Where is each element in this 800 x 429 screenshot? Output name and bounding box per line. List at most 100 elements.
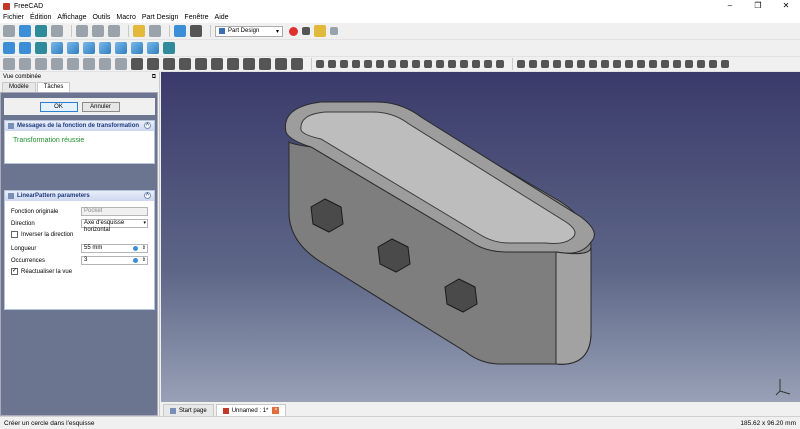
- constraint-horizontal-distance-icon[interactable]: [637, 60, 645, 68]
- sketch-trim-icon[interactable]: [448, 60, 456, 68]
- right-view-icon[interactable]: [99, 42, 111, 54]
- sketch-construction-icon[interactable]: [496, 60, 504, 68]
- close-tab-icon[interactable]: ×: [272, 407, 280, 414]
- polar-pattern-icon[interactable]: [275, 58, 287, 70]
- 3d-viewport[interactable]: [161, 72, 800, 402]
- workbench-selector[interactable]: Part Design ▾: [215, 25, 283, 37]
- menu-aide[interactable]: Aide: [215, 14, 229, 21]
- menu-affichage[interactable]: Affichage: [57, 14, 86, 21]
- collapse-icon[interactable]: ˄: [144, 122, 151, 129]
- close-button[interactable]: ✕: [772, 0, 800, 12]
- menu-part-design[interactable]: Part Design: [142, 14, 179, 21]
- new-file-icon[interactable]: [3, 25, 15, 37]
- draw-style-icon[interactable]: [35, 42, 47, 54]
- tab-unnamed-document[interactable]: Unnamed : 1* ×: [215, 404, 287, 416]
- print-icon[interactable]: [51, 25, 63, 37]
- menu-fichier[interactable]: Fichier: [3, 14, 24, 21]
- undo-icon[interactable]: [133, 25, 145, 37]
- constraint-internal-alignment-icon[interactable]: [709, 60, 717, 68]
- tab-start-page[interactable]: Start page: [163, 404, 214, 416]
- tab-taches[interactable]: Tâches: [36, 82, 71, 92]
- sketch-carbon-copy-icon[interactable]: [484, 60, 492, 68]
- sketch-conic-icon[interactable]: [364, 60, 372, 68]
- sketch-arc-icon[interactable]: [340, 60, 348, 68]
- pad-icon[interactable]: [131, 58, 143, 70]
- cut-icon[interactable]: [76, 25, 88, 37]
- map-sketch-icon[interactable]: [51, 58, 63, 70]
- groove-icon[interactable]: [227, 58, 239, 70]
- create-sketch-icon[interactable]: [19, 58, 31, 70]
- sketch-fillet-icon[interactable]: [436, 60, 444, 68]
- datum-line-icon[interactable]: [99, 58, 111, 70]
- front-view-icon[interactable]: [67, 42, 79, 54]
- view-sketch-icon[interactable]: [67, 58, 79, 70]
- validate-sketch-icon[interactable]: [35, 58, 47, 70]
- reverse-direction-checkbox[interactable]: [11, 231, 18, 238]
- datum-point-icon[interactable]: [83, 58, 95, 70]
- hole-icon[interactable]: [211, 58, 223, 70]
- undock-icon[interactable]: ⧉: [152, 74, 156, 81]
- tab-modele[interactable]: Modèle: [2, 82, 36, 92]
- open-file-icon[interactable]: [19, 25, 31, 37]
- spinbox-arrows-icon[interactable]: ⇕: [142, 245, 146, 252]
- update-view-checkbox[interactable]: ✓: [11, 268, 18, 275]
- record-macro-icon[interactable]: [289, 26, 298, 36]
- save-icon[interactable]: [35, 25, 47, 37]
- toggle-driving-icon[interactable]: [721, 60, 729, 68]
- create-body-icon[interactable]: [3, 58, 15, 70]
- sketch-extend-icon[interactable]: [460, 60, 468, 68]
- constraint-equal-icon[interactable]: [601, 60, 609, 68]
- pattern-panel-header[interactable]: LinearPattern parameters ˄: [5, 191, 154, 201]
- spinbox-arrows-icon[interactable]: ⇕: [142, 257, 146, 264]
- fit-all-icon[interactable]: [3, 42, 15, 54]
- top-view-icon[interactable]: [83, 42, 95, 54]
- constraint-parallel-icon[interactable]: [565, 60, 573, 68]
- redo-icon[interactable]: [149, 25, 161, 37]
- expression-icon[interactable]: [133, 246, 138, 251]
- messages-panel-header[interactable]: Messages de la fonction de transformatio…: [5, 121, 154, 131]
- collapse-icon[interactable]: ˄: [144, 192, 151, 199]
- sketch-polyline-icon[interactable]: [388, 60, 396, 68]
- bottom-view-icon[interactable]: [131, 42, 143, 54]
- length-field[interactable]: 55 mm ⇕: [81, 244, 148, 253]
- stop-macro-icon[interactable]: [302, 27, 310, 35]
- rear-view-icon[interactable]: [115, 42, 127, 54]
- cancel-button[interactable]: Annuler: [81, 101, 120, 112]
- revolution-icon[interactable]: [147, 58, 159, 70]
- copy-icon[interactable]: [92, 25, 104, 37]
- sketch-external-icon[interactable]: [472, 60, 480, 68]
- isometric-view-icon[interactable]: [51, 42, 63, 54]
- left-view-icon[interactable]: [147, 42, 159, 54]
- sketch-line-icon[interactable]: [328, 60, 336, 68]
- pocket-icon[interactable]: [195, 58, 207, 70]
- sketch-slot-icon[interactable]: [424, 60, 432, 68]
- fit-selection-icon[interactable]: [19, 42, 31, 54]
- menu-macro[interactable]: Macro: [116, 14, 135, 21]
- constraint-radius-icon[interactable]: [673, 60, 681, 68]
- constraint-vertical-icon[interactable]: [541, 60, 549, 68]
- measure-distance-icon[interactable]: [163, 42, 175, 54]
- occurrences-field[interactable]: 3 ⇕: [81, 256, 148, 265]
- run-macro-icon[interactable]: [330, 27, 338, 35]
- sketch-bspline-icon[interactable]: [376, 60, 384, 68]
- linear-pattern-icon[interactable]: [259, 58, 271, 70]
- pipe-icon[interactable]: [179, 58, 191, 70]
- menu-edition[interactable]: Édition: [30, 14, 51, 21]
- sketch-point-icon[interactable]: [316, 60, 324, 68]
- constraint-vertical-distance-icon[interactable]: [649, 60, 657, 68]
- constraint-snell-icon[interactable]: [697, 60, 705, 68]
- expression-icon[interactable]: [133, 258, 138, 263]
- constraint-coincident-icon[interactable]: [517, 60, 525, 68]
- datum-plane-icon[interactable]: [115, 58, 127, 70]
- fillet-icon[interactable]: [291, 58, 303, 70]
- sketch-rectangle-icon[interactable]: [400, 60, 408, 68]
- sketch-polygon-icon[interactable]: [412, 60, 420, 68]
- constraint-lock-icon[interactable]: [625, 60, 633, 68]
- constraint-tangent-icon[interactable]: [589, 60, 597, 68]
- refresh-icon[interactable]: [174, 25, 186, 37]
- constraint-perpendicular-icon[interactable]: [577, 60, 585, 68]
- constraint-distance-icon[interactable]: [661, 60, 669, 68]
- edit-macro-icon[interactable]: [314, 25, 326, 37]
- mirrored-icon[interactable]: [243, 58, 255, 70]
- paste-icon[interactable]: [108, 25, 120, 37]
